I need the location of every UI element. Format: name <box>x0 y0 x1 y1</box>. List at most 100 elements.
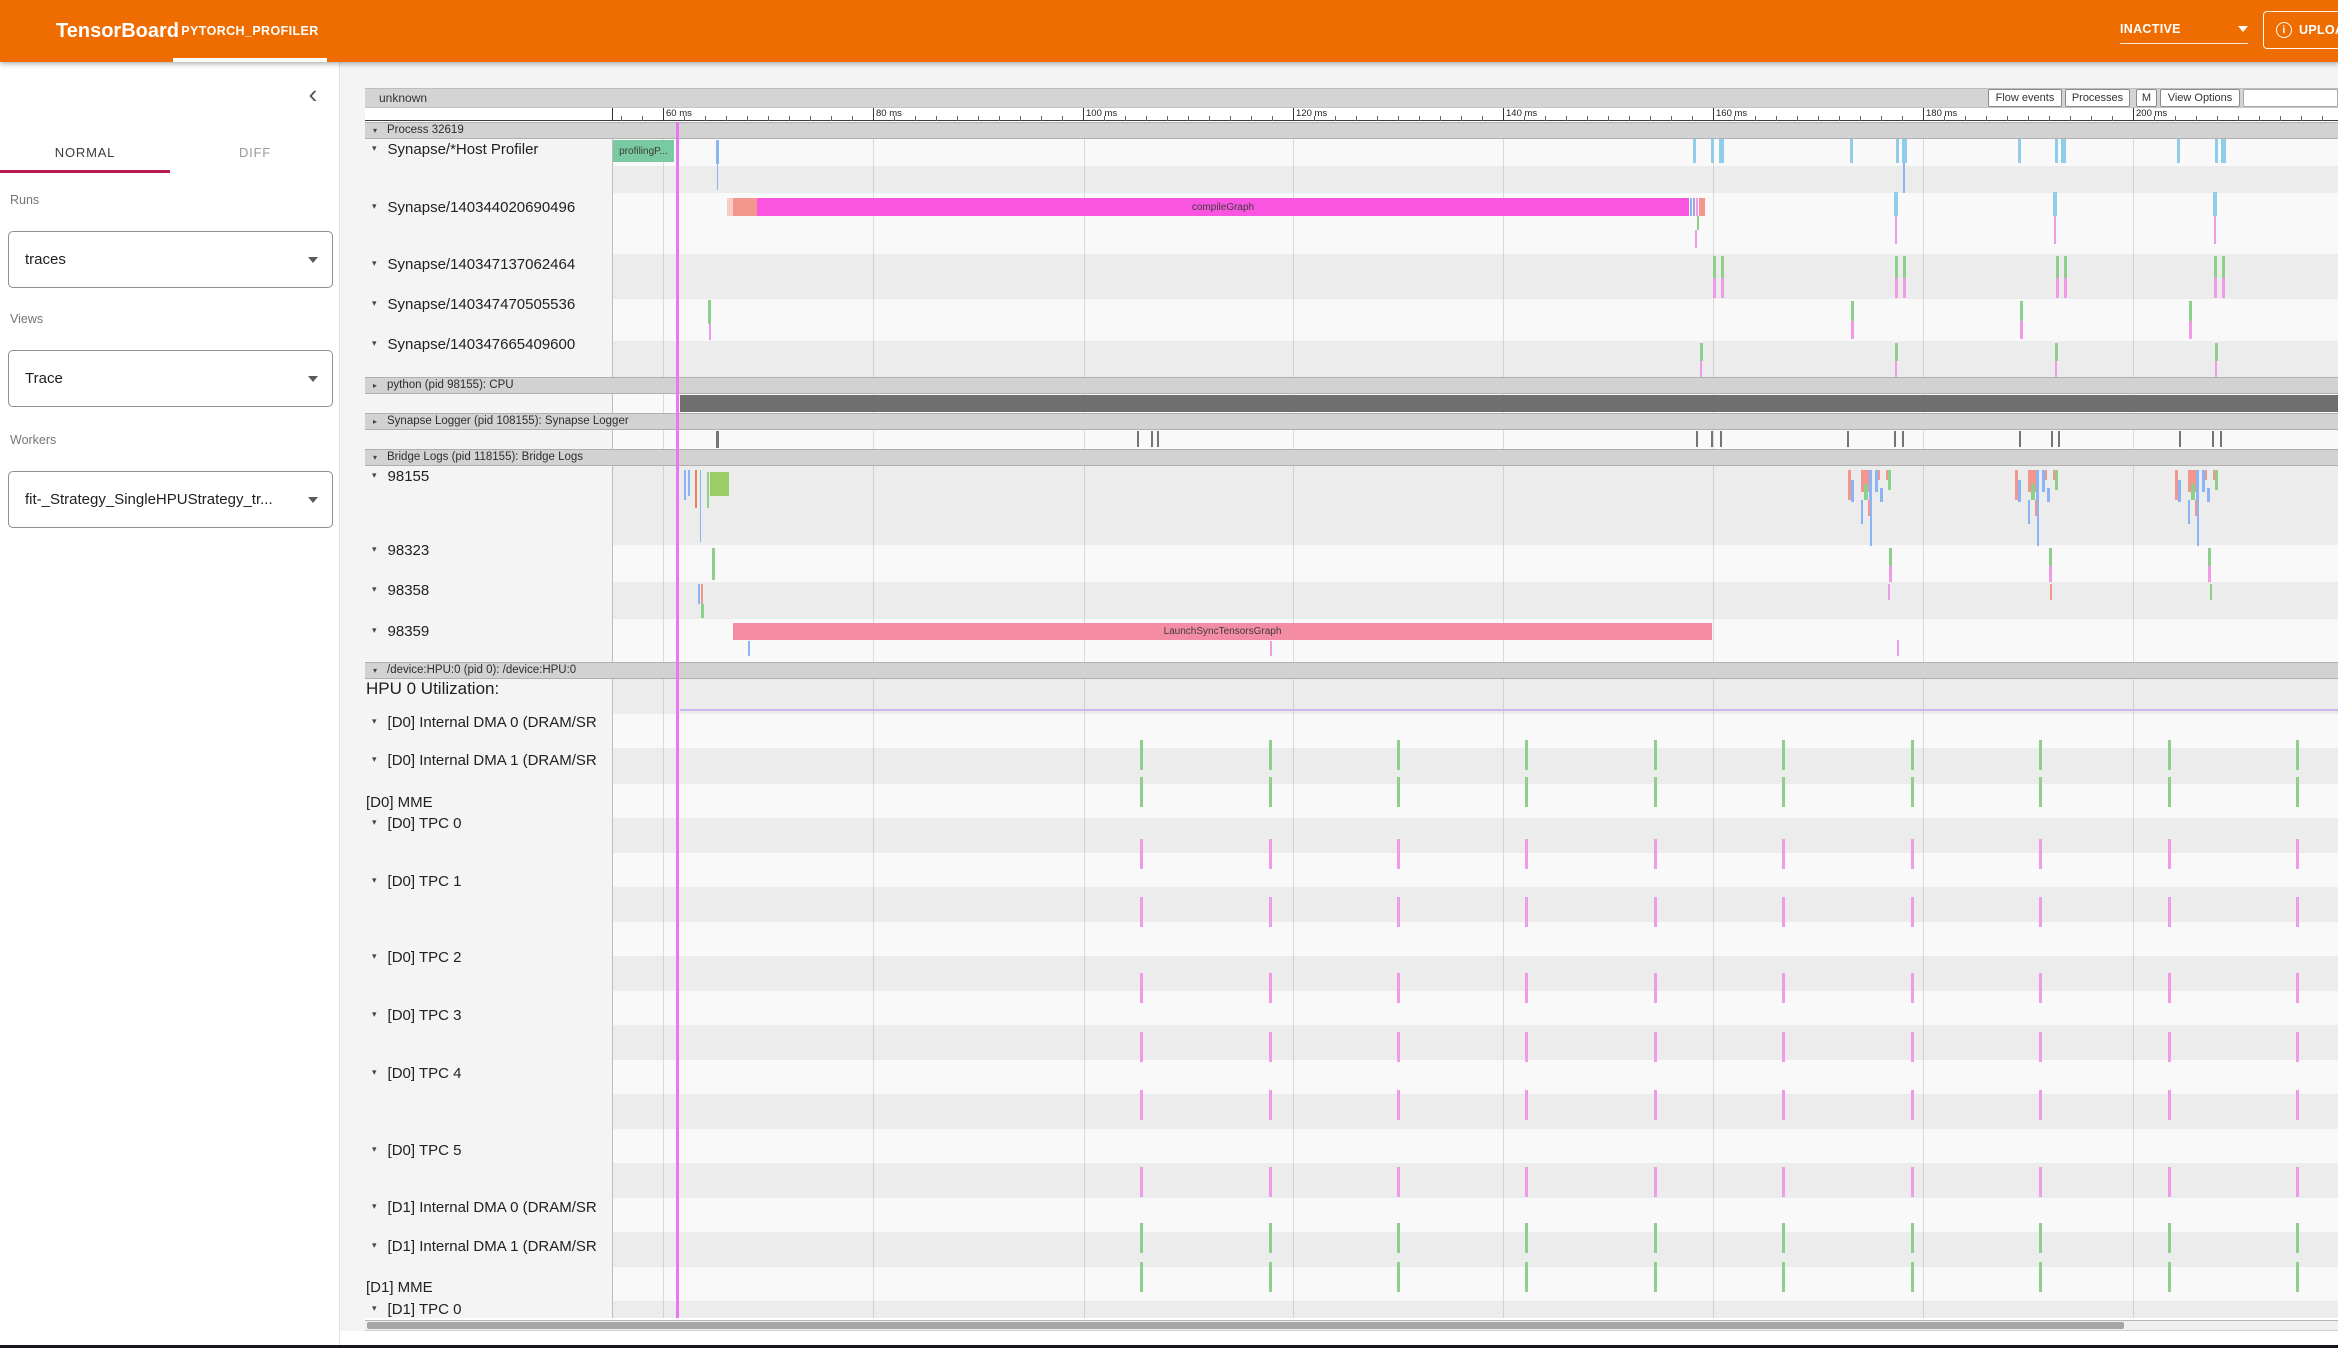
trace-event[interactable] <box>2055 361 2057 377</box>
trace-event[interactable] <box>1140 973 1143 1003</box>
trace-event[interactable] <box>2168 839 2171 869</box>
trace-event[interactable] <box>1782 1262 1785 1292</box>
trace-event[interactable] <box>2196 470 2199 504</box>
trace-event[interactable] <box>1711 431 1713 447</box>
trace-event[interactable] <box>688 470 690 496</box>
trace-event[interactable] <box>1397 740 1400 770</box>
trace-event[interactable] <box>2056 256 2059 278</box>
trace-event[interactable] <box>2058 431 2060 447</box>
trace-event[interactable] <box>1269 777 1272 807</box>
trace-event[interactable] <box>1157 431 1159 447</box>
trace-event[interactable] <box>710 472 729 496</box>
trace-event[interactable] <box>2028 500 2030 524</box>
trace-event[interactable] <box>1864 484 1868 500</box>
trace-event[interactable] <box>1911 1090 1914 1120</box>
trace-event[interactable] <box>2039 1223 2042 1253</box>
trace-event[interactable] <box>1140 1262 1143 1292</box>
trace-event[interactable] <box>2053 192 2057 216</box>
trace-event[interactable] <box>2037 504 2039 546</box>
trace-event[interactable] <box>2168 1090 2171 1120</box>
row-label-98155[interactable]: ▾98155 <box>372 468 429 486</box>
trace-search-input[interactable] <box>2243 89 2338 107</box>
row-label-d1-internal-dma-0-dram-sr[interactable]: ▾[D1] Internal DMA 0 (DRAM/SR <box>372 1199 597 1217</box>
tab-pytorch-profiler[interactable]: PYTORCH_PROFILER <box>173 0 327 62</box>
trace-event[interactable] <box>1782 740 1785 770</box>
trace-event[interactable] <box>1525 1262 1528 1292</box>
row-label-synapse-host-profiler[interactable]: ▾Synapse/*Host Profiler <box>372 141 538 159</box>
trace-event[interactable] <box>2221 139 2226 163</box>
trace-event[interactable] <box>1525 973 1528 1003</box>
workers-select[interactable]: fit-_Strategy_SingleHPUStrategy_tr... <box>8 471 333 528</box>
trace-event[interactable] <box>733 198 757 216</box>
trace-event[interactable] <box>1894 431 1896 447</box>
row-label-d0-tpc-1[interactable]: ▾[D0] TPC 1 <box>372 873 461 891</box>
trace-event[interactable] <box>1397 777 1400 807</box>
row-label-98323[interactable]: ▾98323 <box>372 542 429 560</box>
trace-event[interactable] <box>1137 431 1139 447</box>
trace-event[interactable] <box>2049 548 2052 566</box>
toolbar-button-m[interactable]: M <box>2136 89 2157 107</box>
trace-event[interactable] <box>2018 139 2021 163</box>
trace-event[interactable] <box>2212 431 2214 447</box>
trace-event[interactable] <box>2039 1262 2042 1292</box>
trace-event[interactable] <box>1695 230 1697 248</box>
trace-event[interactable] <box>2064 278 2067 298</box>
trace-event[interactable] <box>1847 431 1849 447</box>
trace-event[interactable] <box>1700 343 1703 361</box>
trace-event[interactable] <box>1880 488 1883 502</box>
trace-event[interactable] <box>2222 256 2225 278</box>
row-label-synapse-140347665409600[interactable]: ▾Synapse/140347665409600 <box>372 336 575 354</box>
trace-event[interactable] <box>2168 897 2171 927</box>
trace-event[interactable] <box>2050 584 2052 600</box>
trace-event[interactable] <box>1654 1090 1657 1120</box>
trace-event[interactable] <box>716 431 719 448</box>
horizontal-scrollbar-thumb[interactable] <box>367 1322 2124 1329</box>
trace-event[interactable] <box>1654 897 1657 927</box>
trace-event[interactable] <box>2215 343 2218 361</box>
trace-event[interactable] <box>1700 361 1702 377</box>
trace-event[interactable] <box>2220 431 2222 447</box>
trace-event[interactable] <box>1911 777 1914 807</box>
trace-event[interactable] <box>2178 480 2181 502</box>
trace-event[interactable] <box>698 584 700 604</box>
trace-event[interactable] <box>1911 839 1914 869</box>
trace-event[interactable] <box>1713 278 1716 298</box>
trace-event[interactable] <box>1699 198 1705 216</box>
trace-event-bar[interactable]: compileGraph <box>757 198 1689 216</box>
row-label-d0-tpc-3[interactable]: ▾[D0] TPC 3 <box>372 1007 461 1025</box>
trace-event[interactable] <box>1696 198 1698 216</box>
trace-event[interactable] <box>2296 777 2299 807</box>
trace-event[interactable] <box>1782 1032 1785 1062</box>
trace-event[interactable] <box>1719 139 1724 163</box>
row-label-d0-internal-dma-1-dram-sr[interactable]: ▾[D0] Internal DMA 1 (DRAM/SR <box>372 752 597 770</box>
trace-event[interactable] <box>1269 973 1272 1003</box>
trace-event[interactable] <box>1140 839 1143 869</box>
trace-event[interactable] <box>1897 640 1899 656</box>
trace-event[interactable] <box>1902 139 1907 163</box>
trace-event[interactable] <box>1654 777 1657 807</box>
trace-event[interactable] <box>701 584 703 604</box>
trace-event[interactable] <box>1525 1032 1528 1062</box>
status-dropdown[interactable]: INACTIVE <box>2120 14 2248 44</box>
trace-event[interactable] <box>1269 1223 1272 1253</box>
trace-event[interactable] <box>2056 278 2059 298</box>
row-label-d0-tpc-2[interactable]: ▾[D0] TPC 2 <box>372 949 461 967</box>
process-header[interactable] <box>365 413 2338 430</box>
collapse-sidebar-button[interactable]: ‹ <box>298 80 328 110</box>
trace-event[interactable] <box>2168 1262 2171 1292</box>
trace-event[interactable] <box>1782 839 1785 869</box>
trace-event[interactable] <box>1397 839 1400 869</box>
trace-event[interactable] <box>2296 1223 2299 1253</box>
trace-event[interactable] <box>1896 139 1899 163</box>
trace-event[interactable] <box>700 470 701 542</box>
trace-event[interactable] <box>1525 740 1528 770</box>
trace-event[interactable] <box>2213 192 2217 216</box>
trace-event[interactable] <box>1693 198 1695 216</box>
trace-event[interactable] <box>1140 1223 1143 1253</box>
trace-event[interactable] <box>2045 470 2047 480</box>
trace-event[interactable] <box>1895 256 1898 278</box>
trace-event[interactable] <box>1888 584 1890 600</box>
trace-event[interactable] <box>2177 139 2180 163</box>
trace-event[interactable] <box>1878 470 1880 480</box>
trace-event[interactable] <box>1269 1032 1272 1062</box>
